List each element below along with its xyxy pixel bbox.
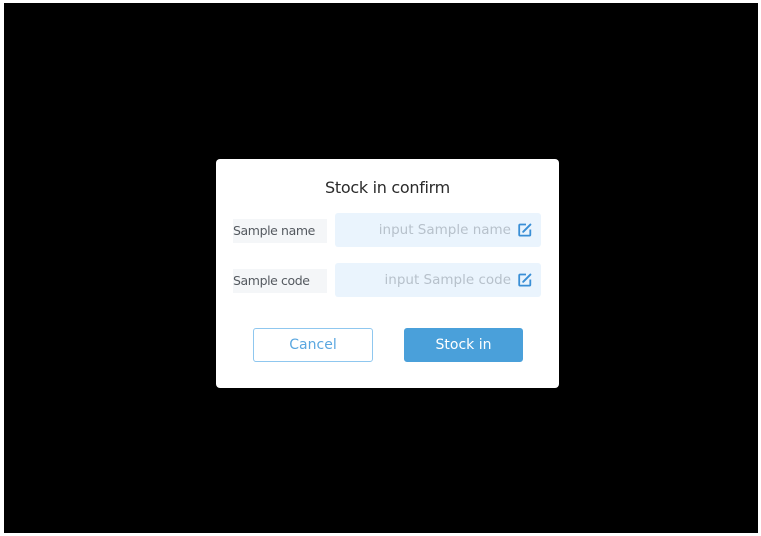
dialog-title: Stock in confirm — [325, 178, 450, 197]
sample-name-label: Sample name — [233, 219, 327, 243]
cancel-button[interactable]: Cancel — [253, 328, 373, 362]
stock-in-confirm-dialog: Stock in confirm Sample name Sample code… — [216, 159, 559, 388]
sample-name-field[interactable] — [335, 213, 541, 247]
screen-backdrop: Stock in confirm Sample name Sample code… — [4, 3, 758, 533]
stock-in-button[interactable]: Stock in — [404, 328, 523, 362]
sample-code-field[interactable] — [335, 263, 541, 297]
edit-icon[interactable] — [518, 223, 532, 237]
sample-code-input[interactable] — [335, 263, 517, 297]
sample-code-label: Sample code — [233, 269, 327, 293]
edit-icon[interactable] — [518, 273, 532, 287]
sample-name-input[interactable] — [335, 213, 517, 247]
